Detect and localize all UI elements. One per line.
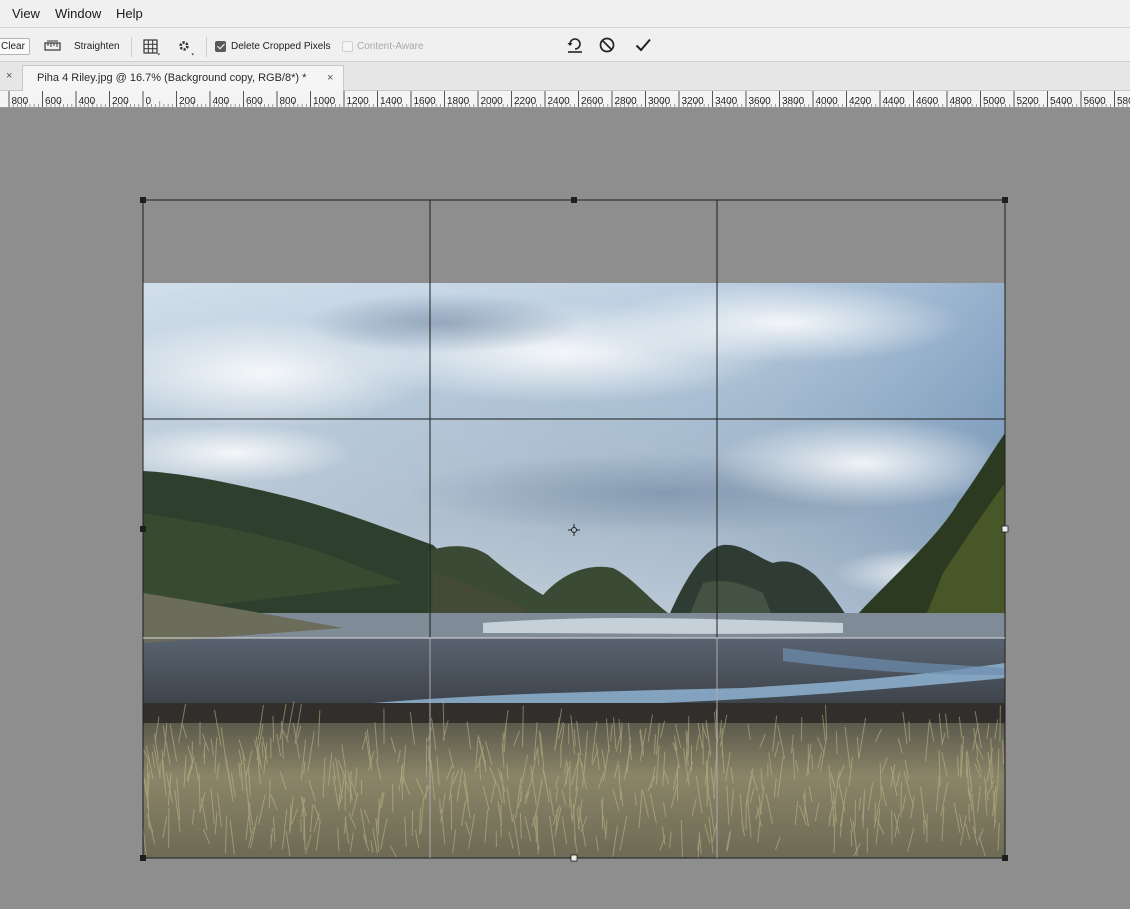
crop-handle-bottom xyxy=(570,854,578,862)
ruler-label: 600 xyxy=(45,96,62,107)
crop-box[interactable] xyxy=(140,197,1009,862)
ruler-label: 4600 xyxy=(916,96,939,107)
ruler-label: 3200 xyxy=(682,96,705,107)
ruler-label: 4800 xyxy=(950,96,973,107)
document-tab-title: Piha 4 Riley.jpg @ 16.7% (Background cop… xyxy=(37,72,307,84)
ruler-label: 400 xyxy=(213,96,230,107)
cancel-icon[interactable] xyxy=(598,36,616,54)
menu-window[interactable]: Window xyxy=(55,6,101,21)
gear-icon[interactable] xyxy=(177,39,195,56)
content-aware-label: Content-Aware xyxy=(357,41,424,52)
ruler-label: 1200 xyxy=(347,96,370,107)
ruler-label: 2200 xyxy=(514,96,537,107)
ruler-label: 3400 xyxy=(715,96,738,107)
crop-center-icon xyxy=(568,524,580,536)
straighten-icon[interactable] xyxy=(44,40,61,52)
ruler-label: 3600 xyxy=(749,96,772,107)
tool-options-bar: Clear Straighten Delete Cropped Pixels C… xyxy=(0,28,1130,62)
clear-button[interactable]: Clear xyxy=(0,38,30,55)
ruler-label: 4000 xyxy=(816,96,839,107)
menu-help[interactable]: Help xyxy=(116,6,143,21)
ruler-label: 400 xyxy=(79,96,96,107)
ruler-label: 1000 xyxy=(313,96,336,107)
ruler-label: 1400 xyxy=(380,96,403,107)
menu-bar: View Window Help xyxy=(0,0,1130,28)
divider xyxy=(131,37,132,57)
crop-border xyxy=(142,199,1006,859)
ruler-label: 600 xyxy=(246,96,263,107)
crop-handle-top xyxy=(571,197,577,203)
document-tab[interactable]: Piha 4 Riley.jpg @ 16.7% (Background cop… xyxy=(22,65,344,91)
ruler-ticks: 800 600 400 200 0 200 400 600 800 1000 1200 1400 160… xyxy=(8,91,1130,107)
ruler-label: 3800 xyxy=(782,96,805,107)
ruler-label: 1600 xyxy=(414,96,437,107)
grid-overlay-icon[interactable] xyxy=(143,39,161,56)
commit-icon[interactable] xyxy=(634,36,652,54)
ruler-label: 2800 xyxy=(615,96,638,107)
horizontal-ruler[interactable]: 800 600 400 200 0 200 400 600 800 1000 1200 1400 160… xyxy=(0,91,1130,108)
ruler-label: 800 xyxy=(280,96,297,107)
close-icon[interactable]: × xyxy=(6,70,12,82)
crop-handle-right xyxy=(1001,525,1009,533)
ruler-label: 5600 xyxy=(1084,96,1107,107)
ruler-label: 5200 xyxy=(1017,96,1040,107)
ruler-label: 0 xyxy=(146,96,152,107)
ruler-label: 800 xyxy=(12,96,29,107)
ruler-label: 2000 xyxy=(481,96,504,107)
document-tab-bar: × Piha 4 Riley.jpg @ 16.7% (Background c… xyxy=(0,62,1130,91)
crop-handle-top-right xyxy=(1002,197,1008,203)
crop-handle-bottom-left xyxy=(140,855,146,861)
crop-overlay[interactable] xyxy=(139,196,1009,862)
ruler-label: 200 xyxy=(179,96,196,107)
ruler-label: 3000 xyxy=(648,96,671,107)
content-aware-checkbox xyxy=(342,41,353,52)
ruler-label: 5400 xyxy=(1050,96,1073,107)
crop-handle-left xyxy=(140,526,146,532)
ruler-label: 4200 xyxy=(849,96,872,107)
crop-handle-bottom-right xyxy=(1002,855,1008,861)
ruler-label: 2400 xyxy=(548,96,571,107)
delete-cropped-pixels-checkbox[interactable] xyxy=(215,41,226,52)
reset-icon[interactable] xyxy=(566,36,584,54)
divider xyxy=(206,37,207,57)
ruler-label: 4400 xyxy=(883,96,906,107)
crop-handle-top-left xyxy=(140,197,146,203)
menu-view[interactable]: View xyxy=(12,6,40,21)
straighten-label[interactable]: Straighten xyxy=(74,41,120,52)
ruler-label: 1800 xyxy=(447,96,470,107)
ruler-label: 5000 xyxy=(983,96,1006,107)
delete-cropped-pixels-label[interactable]: Delete Cropped Pixels xyxy=(231,41,331,52)
ruler-label: 5800 xyxy=(1117,96,1130,107)
ruler-label: 200 xyxy=(112,96,129,107)
close-icon[interactable]: × xyxy=(327,72,333,84)
ruler-label: 2600 xyxy=(581,96,604,107)
